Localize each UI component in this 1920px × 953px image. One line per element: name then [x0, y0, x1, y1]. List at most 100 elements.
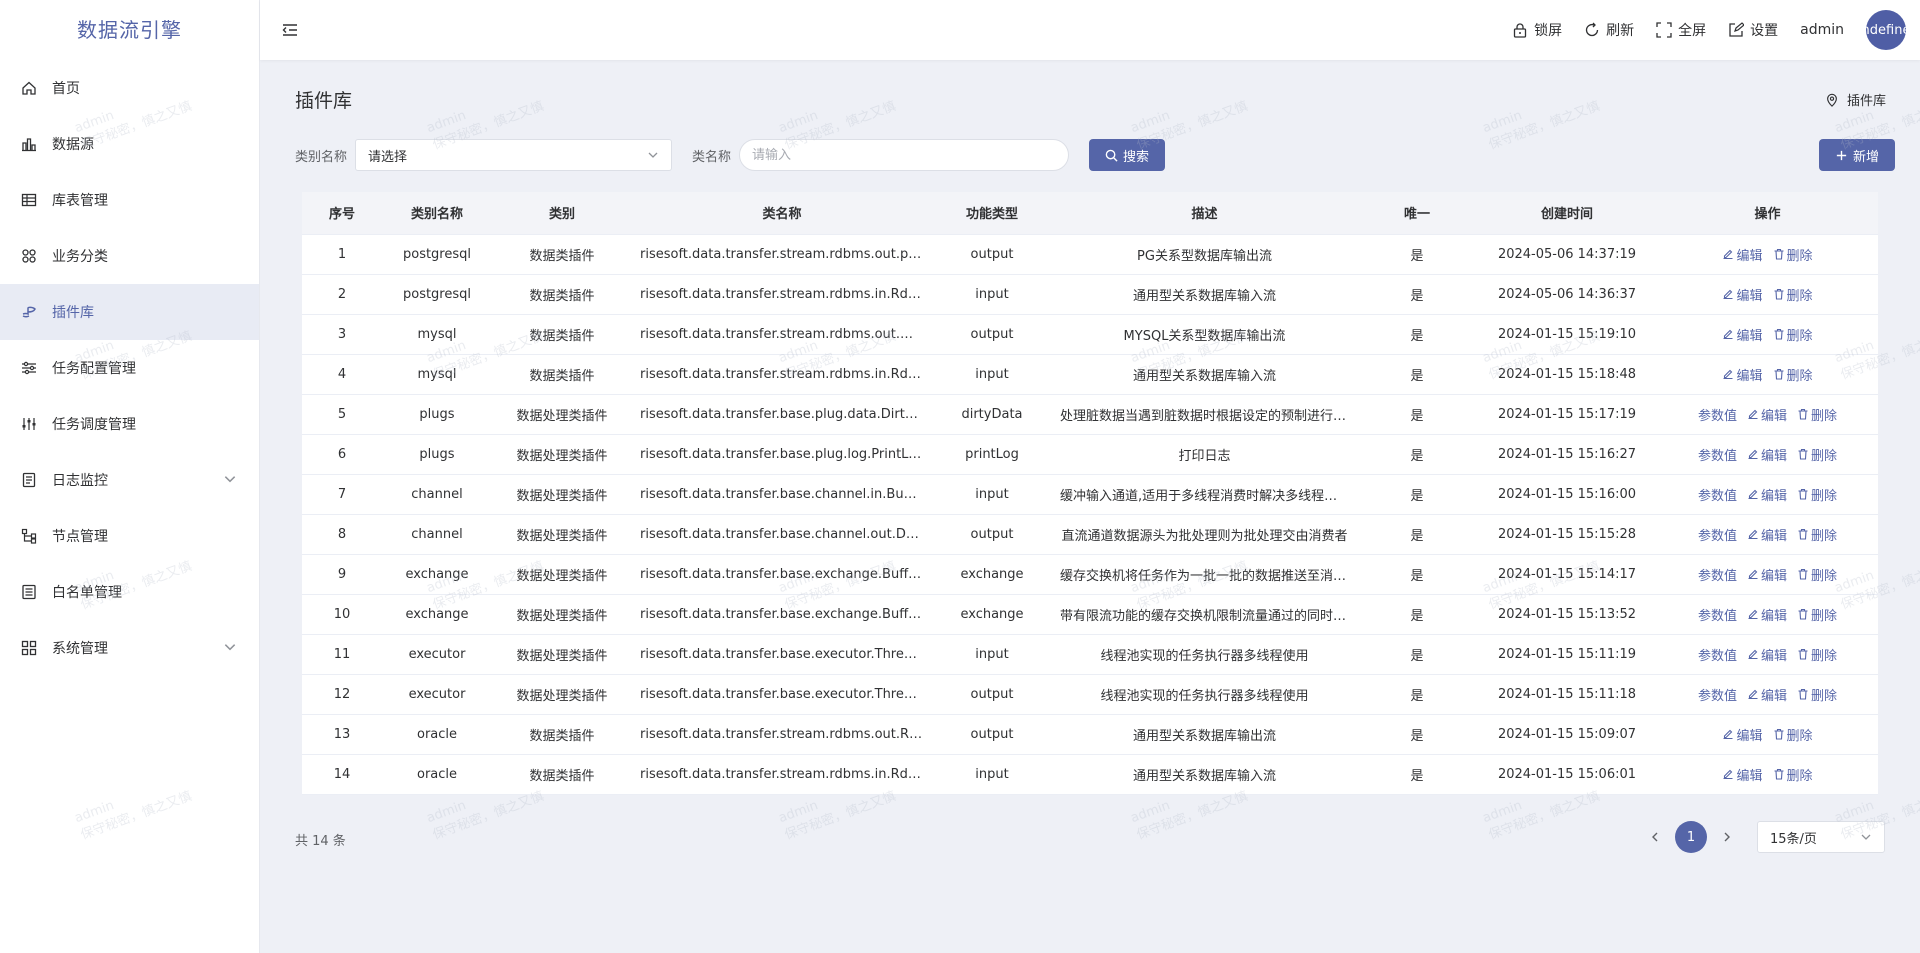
cell-class: risesoft.data.transfer.base.exchange.Buf… [632, 594, 932, 635]
cell-ops: 编辑 删除 [1657, 754, 1878, 795]
param-button[interactable]: 参数值 [1698, 405, 1737, 424]
fullscreen-button[interactable]: 全屏 [1656, 20, 1706, 40]
param-button[interactable]: 参数值 [1698, 525, 1737, 544]
delete-button[interactable]: 删除 [1773, 765, 1813, 784]
param-button[interactable]: 参数值 [1698, 685, 1737, 704]
cell-unique: 是 [1357, 754, 1477, 795]
prev-page-button[interactable] [1643, 821, 1667, 853]
column-header: 类别名称 [382, 192, 492, 235]
cell-cat: 数据类插件 [492, 714, 632, 755]
delete-button[interactable]: 删除 [1773, 245, 1813, 264]
edit-button[interactable]: 编辑 [1747, 605, 1787, 624]
delete-icon [1798, 608, 1808, 620]
edit-button[interactable]: 编辑 [1722, 365, 1763, 384]
edit-button[interactable]: 编辑 [1722, 725, 1763, 744]
delete-label: 删除 [1811, 688, 1838, 704]
add-button[interactable]: 新增 [1819, 139, 1895, 171]
app-title: 数据流引擎 [77, 18, 182, 42]
cell-cat-name: postgresql [382, 274, 492, 315]
page-number-current[interactable]: 1 [1675, 821, 1707, 853]
table-row: 3 mysql 数据类插件 risesoft.data.transfer.stream… [302, 314, 1878, 355]
search-button[interactable]: 搜索 [1089, 139, 1166, 171]
settings-button[interactable]: 设置 [1728, 20, 1778, 40]
cell-time: 2024-01-15 15:11:18 [1477, 674, 1657, 715]
cell-no: 4 [302, 354, 382, 395]
collapse-menu-icon[interactable] [280, 20, 300, 40]
delete-button[interactable]: 删除 [1797, 525, 1837, 544]
cell-time: 2024-01-15 15:16:27 [1477, 434, 1657, 475]
cell-cat-name: postgresql [382, 234, 492, 275]
delete-button[interactable]: 删除 [1797, 685, 1837, 704]
delete-button[interactable]: 删除 [1797, 605, 1837, 624]
cell-no: 11 [302, 634, 382, 675]
sidebar-item-system[interactable]: 系统管理 [0, 620, 259, 676]
edit-button[interactable]: 编辑 [1747, 565, 1787, 584]
class-name-input[interactable] [739, 139, 1070, 171]
sidebar-item-node[interactable]: 节点管理 [0, 508, 259, 564]
column-header: 创建时间 [1477, 192, 1657, 235]
edit-button[interactable]: 编辑 [1747, 645, 1787, 664]
edit-button[interactable]: 编辑 [1747, 485, 1787, 504]
cell-class: risesoft.data.transfer.stream.rdbms.out.… [632, 314, 932, 355]
page-size-select[interactable]: 15条/页 [1757, 821, 1885, 853]
edit-button[interactable]: 编辑 [1722, 765, 1763, 784]
param-button[interactable]: 参数值 [1698, 445, 1737, 464]
cell-func: printLog [932, 434, 1052, 475]
delete-button[interactable]: 删除 [1797, 485, 1837, 504]
row-actions: 参数值 编辑 删除 [1665, 685, 1870, 704]
edit-button[interactable]: 编辑 [1747, 445, 1787, 464]
cell-ops: 参数值 编辑 删除 [1657, 434, 1878, 475]
param-button[interactable]: 参数值 [1698, 485, 1737, 504]
param-button[interactable]: 参数值 [1698, 645, 1737, 664]
edit-icon [1723, 729, 1733, 740]
sidebar-item-whitelist[interactable]: 白名单管理 [0, 564, 259, 620]
delete-button[interactable]: 删除 [1773, 325, 1813, 344]
lock-button[interactable]: 锁屏 [1512, 20, 1562, 40]
sidebar-item-home[interactable]: 首页 [0, 60, 259, 116]
edit-button[interactable]: 编辑 [1747, 525, 1787, 544]
edit-button[interactable]: 编辑 [1747, 405, 1787, 424]
edit-button[interactable]: 编辑 [1747, 685, 1787, 704]
edit-button[interactable]: 编辑 [1722, 325, 1763, 344]
avatar[interactable]: undefined [1866, 10, 1906, 50]
delete-button[interactable]: 删除 [1797, 405, 1837, 424]
param-label: 参数值 [1697, 688, 1737, 704]
edit-icon [1748, 489, 1758, 500]
delete-button[interactable]: 删除 [1773, 365, 1813, 384]
chevron-right-icon [1724, 832, 1730, 842]
sidebar-item-table[interactable]: 库表管理 [0, 172, 259, 228]
edit-button[interactable]: 编辑 [1722, 285, 1763, 304]
sidebar-item-plugin[interactable]: 插件库 [0, 284, 259, 340]
cell-cat-name: oracle [382, 714, 492, 755]
sidebar-item-datasource[interactable]: 数据源 [0, 116, 259, 172]
table-row: 12 executor 数据处理类插件 risesoft.data.transfer.… [302, 674, 1878, 715]
category-name-select[interactable]: 请选择 [355, 139, 673, 171]
edit-button[interactable]: 编辑 [1722, 245, 1763, 264]
node-icon [20, 527, 38, 545]
param-button[interactable]: 参数值 [1698, 565, 1737, 584]
location-icon [1827, 93, 1837, 107]
cell-unique: 是 [1357, 274, 1477, 315]
sidebar-item-log[interactable]: 日志监控 [0, 452, 259, 508]
sidebar-item-schedule[interactable]: 任务调度管理 [0, 396, 259, 452]
row-actions: 参数值 编辑 删除 [1665, 485, 1870, 504]
username[interactable]: admin [1800, 22, 1844, 38]
next-page-button[interactable] [1715, 821, 1739, 853]
lock-label: 锁屏 [1534, 23, 1563, 39]
cell-no: 6 [302, 434, 382, 475]
delete-button[interactable]: 删除 [1797, 565, 1837, 584]
sidebar-item-category[interactable]: 业务分类 [0, 228, 259, 284]
delete-button[interactable]: 删除 [1797, 445, 1837, 464]
edit-icon [1748, 569, 1758, 580]
cell-cat-name: channel [382, 514, 492, 555]
refresh-button[interactable]: 刷新 [1584, 20, 1634, 40]
delete-button[interactable]: 删除 [1797, 645, 1837, 664]
delete-label: 删除 [1811, 568, 1838, 584]
refresh-icon [1585, 22, 1599, 37]
param-button[interactable]: 参数值 [1698, 605, 1737, 624]
delete-button[interactable]: 删除 [1773, 725, 1813, 744]
sidebar-menu: 首页 数据源 库表管理 业务分类 插件库 任务配置管理 任务调度管理 日志监控 节点管理 白名单管… [0, 60, 259, 676]
delete-label: 删除 [1811, 648, 1838, 664]
delete-button[interactable]: 删除 [1773, 285, 1813, 304]
sidebar-item-sliders[interactable]: 任务配置管理 [0, 340, 259, 396]
